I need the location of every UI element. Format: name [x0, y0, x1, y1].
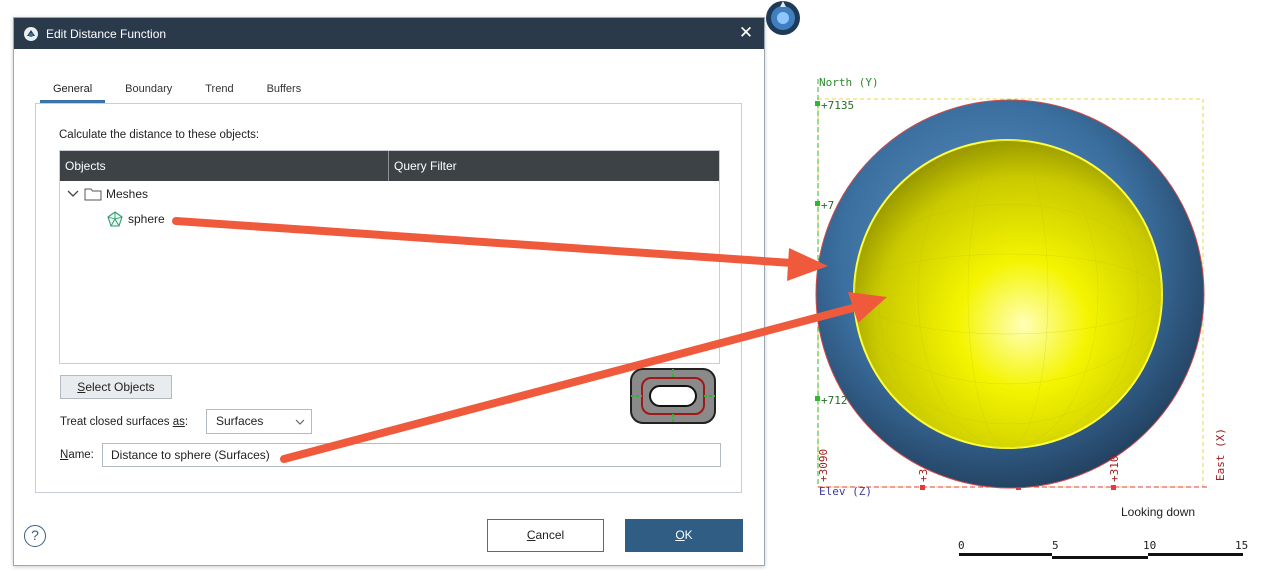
- surfaces-mode-icon: [630, 368, 716, 424]
- scale-tick-label: 5: [1052, 539, 1059, 552]
- scale-tick-label: 10: [1143, 539, 1156, 552]
- name-input[interactable]: Distance to sphere (Surfaces): [102, 443, 721, 467]
- folder-icon: [84, 188, 102, 201]
- label-text: Treat closed surfaces: [60, 416, 173, 428]
- objects-table: Objects Query Filter Meshes sphere: [59, 150, 720, 364]
- east-tick-label: +3: [917, 469, 930, 482]
- east-tick-label: +3090: [817, 449, 830, 482]
- chevron-down-icon: [295, 419, 305, 425]
- axis-tick: [815, 201, 820, 206]
- chevron-down-icon[interactable]: [66, 187, 80, 201]
- tree-item-sphere[interactable]: sphere: [106, 209, 165, 229]
- north-tick-label: +7135: [821, 99, 854, 112]
- scene-viewer[interactable]: North (Y) +7135 +7 +712 +3090 +3 +310 Ea…: [765, 0, 1268, 572]
- tree-item-label: sphere: [128, 212, 165, 226]
- help-icon[interactable]: ?: [24, 525, 46, 547]
- select-value: Surfaces: [216, 414, 264, 428]
- tab-area: General Boundary Trend Buffers Calculate…: [35, 71, 742, 493]
- button-label: K: [684, 528, 693, 542]
- scale-tick-label: 15: [1235, 539, 1248, 552]
- select-objects-button[interactable]: Select Objects: [60, 375, 172, 399]
- view-direction-label: Looking down: [1121, 505, 1196, 519]
- view-orientation-icon[interactable]: [765, 0, 801, 36]
- tab-boundary[interactable]: Boundary: [112, 80, 185, 103]
- button-label: elect Objects: [85, 380, 155, 394]
- calculate-distance-label: Calculate the distance to these objects:: [59, 129, 260, 141]
- tab-trend[interactable]: Trend: [192, 80, 246, 103]
- edit-distance-function-dialog: Edit Distance Function ✕ General Boundar…: [13, 17, 765, 566]
- axis-tick: [815, 101, 820, 106]
- axis-tick: [1111, 485, 1116, 490]
- app-icon: [24, 26, 38, 41]
- treat-closed-surfaces-label: Treat closed surfaces as:: [60, 416, 188, 428]
- treat-closed-surfaces-select[interactable]: Surfaces: [206, 409, 312, 434]
- objects-table-header: Objects Query Filter: [60, 151, 719, 181]
- scene-canvas: North (Y) +7135 +7 +712 +3090 +3 +310 Ea…: [815, 76, 1248, 559]
- tree-item-label: Meshes: [106, 187, 149, 201]
- axis-tick: [815, 396, 820, 401]
- mnemonic-letter: O: [675, 528, 685, 542]
- north-axis-label: North (Y): [819, 76, 879, 89]
- east-tick-label: +310: [1108, 456, 1121, 483]
- north-tick-label: +7: [821, 199, 834, 212]
- name-label: Name:: [60, 449, 94, 461]
- button-label: ancel: [535, 528, 565, 542]
- cancel-button[interactable]: Cancel: [487, 519, 604, 552]
- tab-general[interactable]: General: [40, 80, 106, 103]
- query-filter-column-header[interactable]: Query Filter: [389, 151, 719, 181]
- close-icon[interactable]: ✕: [737, 24, 755, 42]
- ok-button[interactable]: OK: [625, 519, 743, 552]
- tree-item-meshes[interactable]: Meshes: [66, 184, 148, 204]
- scale-bar: [959, 553, 1243, 559]
- general-tab-panel: Calculate the distance to these objects:…: [35, 103, 742, 493]
- dialog-title: Edit Distance Function: [46, 26, 167, 41]
- tab-bar: General Boundary Trend Buffers: [40, 80, 321, 103]
- label-colon: :: [184, 416, 189, 428]
- tab-buffers[interactable]: Buffers: [254, 80, 315, 103]
- north-tick-label: +712: [821, 394, 848, 407]
- elev-axis-label: Elev (Z): [819, 485, 872, 498]
- mnemonic-letter: as: [172, 416, 185, 428]
- sphere-mesh: [853, 139, 1163, 449]
- label-text: ame:: [68, 449, 94, 461]
- dialog-titlebar: Edit Distance Function ✕: [14, 18, 764, 49]
- axis-tick: [920, 485, 925, 490]
- east-axis-label: East (X): [1214, 428, 1227, 481]
- mesh-icon: [107, 211, 123, 227]
- scale-tick-label: 0: [958, 539, 965, 552]
- objects-column-header[interactable]: Objects: [60, 151, 389, 181]
